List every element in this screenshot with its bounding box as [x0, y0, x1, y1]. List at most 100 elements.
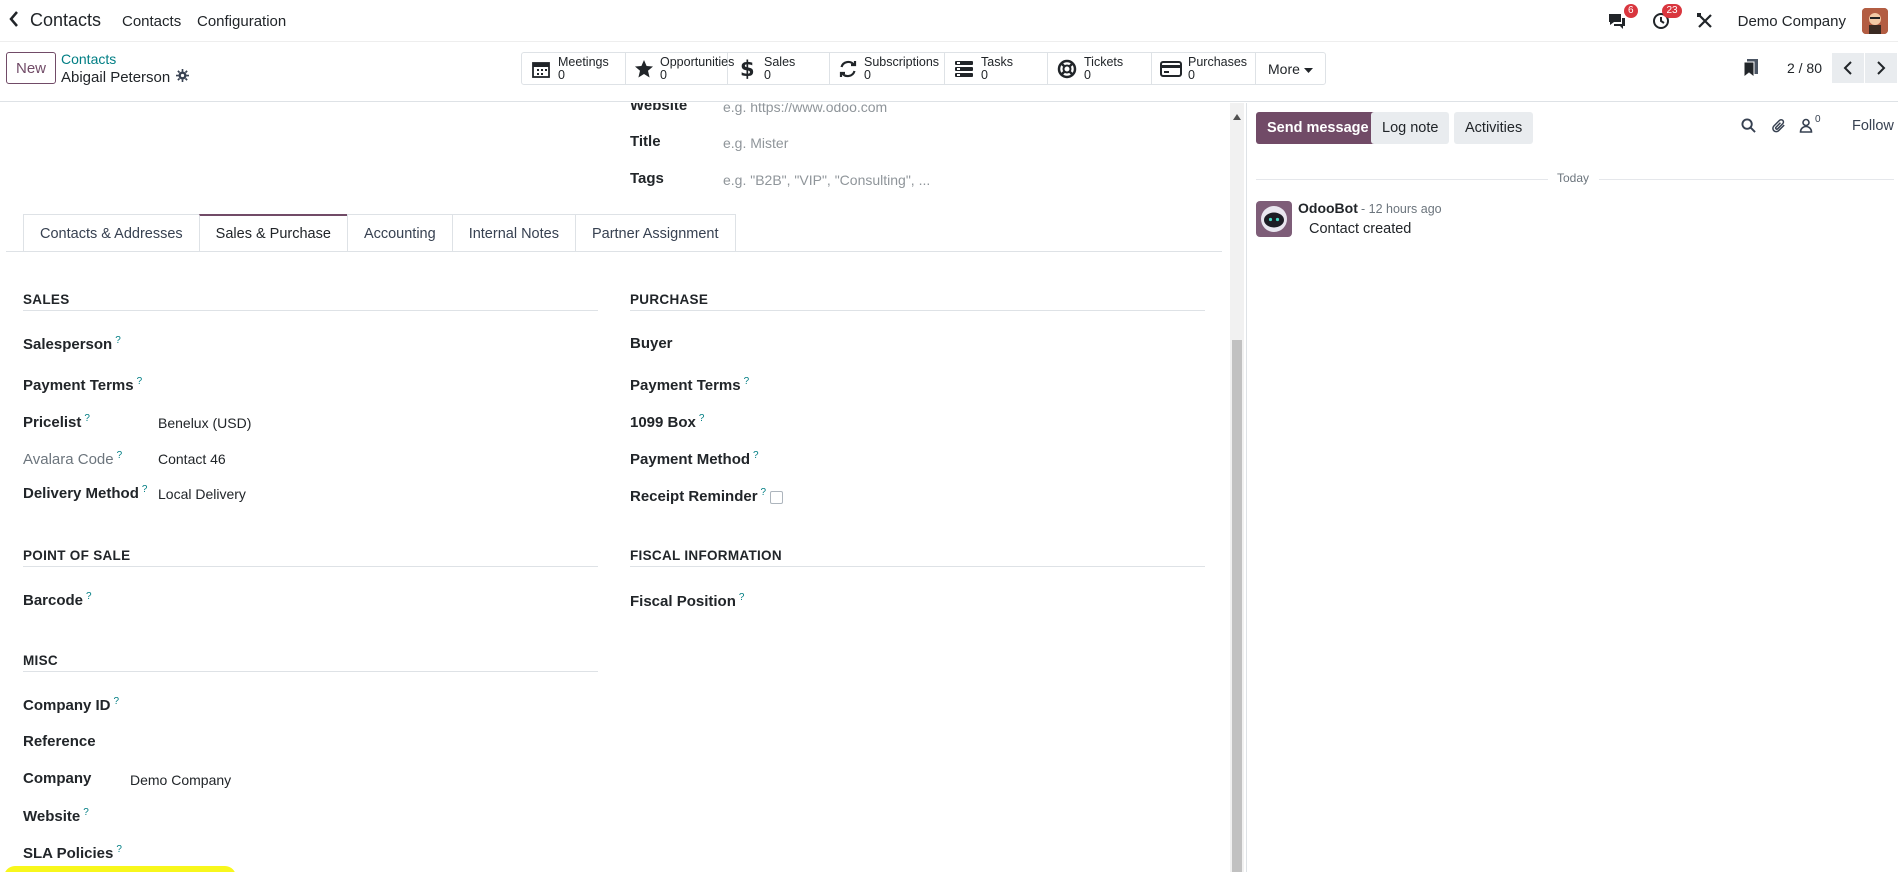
- misc-website-label: Website?: [23, 807, 89, 825]
- tab-contacts-addresses[interactable]: Contacts & Addresses: [23, 214, 200, 252]
- smart-button-meetings[interactable]: Meetings 0: [522, 53, 626, 84]
- form-sheet: Website e.g. https://www.odoo.com Title …: [0, 103, 1222, 872]
- pricelist-label: Pricelist?: [23, 413, 90, 431]
- top-navbar: Contacts Contacts Configuration 6 23 Dem…: [0, 0, 1898, 42]
- company-id-label: Company ID?: [23, 696, 120, 714]
- smart-buttons: Meetings 0 Opportunities 0 $ Sales 0 Subscr…: [521, 52, 1326, 85]
- calendar-icon: [530, 58, 552, 80]
- smart-button-subscriptions[interactable]: Subscriptions 0: [830, 53, 945, 84]
- receipt-reminder-label: Receipt Reminder?: [630, 487, 784, 505]
- section-pos-title: POINT OF SALE: [23, 548, 131, 563]
- search-icon[interactable]: [1741, 118, 1756, 137]
- section-fiscal-title: FISCAL INFORMATION: [630, 548, 782, 563]
- tab-internal-notes[interactable]: Internal Notes: [451, 214, 576, 252]
- record-name: Abigail Peterson: [61, 69, 171, 86]
- user-avatar[interactable]: [1862, 8, 1888, 34]
- payment-terms-label: Payment Terms?: [23, 376, 143, 394]
- messages-badge: 6: [1624, 4, 1638, 18]
- activities-badge: 23: [1662, 4, 1682, 18]
- salesperson-label: Salesperson?: [23, 335, 121, 353]
- send-message-button[interactable]: Send message: [1256, 112, 1380, 144]
- website-label: Website: [630, 103, 688, 114]
- tabs-divider: [6, 251, 1222, 252]
- website-input[interactable]: e.g. https://www.odoo.com: [723, 103, 887, 115]
- date-separator-label: Today: [1557, 171, 1590, 185]
- dollar-icon: $: [736, 58, 758, 80]
- caret-down-icon: [1303, 61, 1313, 77]
- pager-next-button[interactable]: [1865, 53, 1897, 83]
- tags-input[interactable]: e.g. "B2B", "VIP", "Consulting", ...: [723, 172, 930, 188]
- receipt-reminder-checkbox[interactable]: [770, 490, 784, 504]
- section-sales-divider: [23, 310, 598, 311]
- paperclip-icon[interactable]: [1772, 118, 1787, 138]
- box-1099-label: 1099 Box?: [630, 413, 705, 431]
- star-icon: [634, 58, 654, 80]
- section-sales-title: SALES: [23, 292, 70, 307]
- log-note-button[interactable]: Log note: [1371, 112, 1450, 144]
- buyer-label: Buyer: [630, 335, 673, 352]
- smart-button-purchases[interactable]: Purchases 0: [1152, 53, 1256, 84]
- purchase-payment-terms-label: Payment Terms?: [630, 376, 750, 394]
- svg-text:$: $: [740, 58, 755, 80]
- message-body: Contact created: [1309, 221, 1412, 237]
- section-pos-divider: [23, 566, 598, 567]
- refresh-icon: [838, 58, 858, 80]
- sla-policies-label: SLA Policies?: [23, 844, 122, 862]
- record-pager: 2 / 80: [1743, 52, 1898, 84]
- menu-configuration[interactable]: Configuration: [197, 13, 286, 30]
- tab-sales-purchase[interactable]: Sales & Purchase: [198, 214, 348, 252]
- tasks-icon: [953, 58, 975, 80]
- company-highlight: [4, 866, 236, 872]
- odoobot-avatar[interactable]: [1256, 201, 1292, 237]
- pricelist-field[interactable]: Benelux (USD): [158, 415, 251, 431]
- tab-accounting[interactable]: Accounting: [346, 214, 453, 252]
- followers-icon[interactable]: [1799, 118, 1813, 137]
- messages-icon[interactable]: 6: [1606, 4, 1638, 32]
- lifebuoy-icon: [1056, 58, 1078, 80]
- title-label: Title: [630, 133, 661, 150]
- tags-label: Tags: [630, 170, 664, 187]
- more-dropdown[interactable]: More: [1256, 53, 1325, 84]
- company-field[interactable]: Demo Company: [130, 772, 231, 788]
- smart-button-tasks[interactable]: Tasks 0: [945, 53, 1048, 84]
- pager-value[interactable]: 2 / 80: [1787, 60, 1822, 76]
- avalara-code-label: Avalara Code?: [23, 450, 123, 468]
- back-chevron-icon[interactable]: [8, 10, 20, 33]
- follow-button[interactable]: Follow: [1852, 118, 1894, 134]
- pager-previous-button[interactable]: [1832, 53, 1864, 83]
- tab-partner-assignment[interactable]: Partner Assignment: [574, 214, 736, 252]
- breadcrumb-contacts[interactable]: Contacts: [61, 51, 116, 67]
- title-input[interactable]: e.g. Mister: [723, 135, 788, 151]
- message-author[interactable]: OdooBot: [1298, 200, 1358, 216]
- activities-button[interactable]: Activities: [1454, 112, 1534, 144]
- gear-icon[interactable]: [176, 69, 190, 86]
- menu-contacts[interactable]: Contacts: [122, 13, 181, 30]
- debug-tools-icon[interactable]: [1694, 10, 1716, 32]
- activities-clock-icon[interactable]: 23: [1650, 4, 1682, 32]
- section-misc-title: MISC: [23, 653, 58, 668]
- date-separator: Today: [1247, 169, 1898, 189]
- app-title[interactable]: Contacts: [30, 10, 101, 31]
- control-panel: New Contacts Abigail Peterson Meetings 0 …: [0, 42, 1898, 102]
- scrollbar-thumb[interactable]: [1232, 340, 1242, 872]
- bookmark-icon[interactable]: [1743, 58, 1759, 78]
- avalara-code-field[interactable]: Contact 46: [158, 451, 226, 467]
- message-timestamp: - 12 hours ago: [1361, 202, 1442, 216]
- barcode-label: Barcode?: [23, 591, 92, 609]
- payment-method-label: Payment Method?: [630, 450, 759, 468]
- smart-button-tickets[interactable]: Tickets 0: [1048, 53, 1152, 84]
- chatter-panel: Send message Log note Activities 0 Follo…: [1246, 103, 1898, 872]
- followers-count: 0: [1815, 114, 1821, 125]
- notebook-tabs: Contacts & Addresses Sales & Purchase Ac…: [23, 214, 736, 252]
- credit-card-icon: [1160, 58, 1182, 80]
- smart-button-opportunities[interactable]: Opportunities 0: [626, 53, 734, 84]
- smart-button-sales[interactable]: $ Sales 0: [728, 53, 830, 84]
- delivery-method-field[interactable]: Local Delivery: [158, 486, 246, 502]
- reference-label: Reference: [23, 733, 96, 750]
- section-purchase-divider: [630, 310, 1205, 311]
- fiscal-position-label: Fiscal Position?: [630, 592, 745, 610]
- company-label: Company: [23, 770, 92, 787]
- scroll-up-arrow-icon[interactable]: [1233, 107, 1241, 124]
- company-switcher[interactable]: Demo Company: [1738, 13, 1846, 30]
- new-button[interactable]: New: [6, 52, 56, 84]
